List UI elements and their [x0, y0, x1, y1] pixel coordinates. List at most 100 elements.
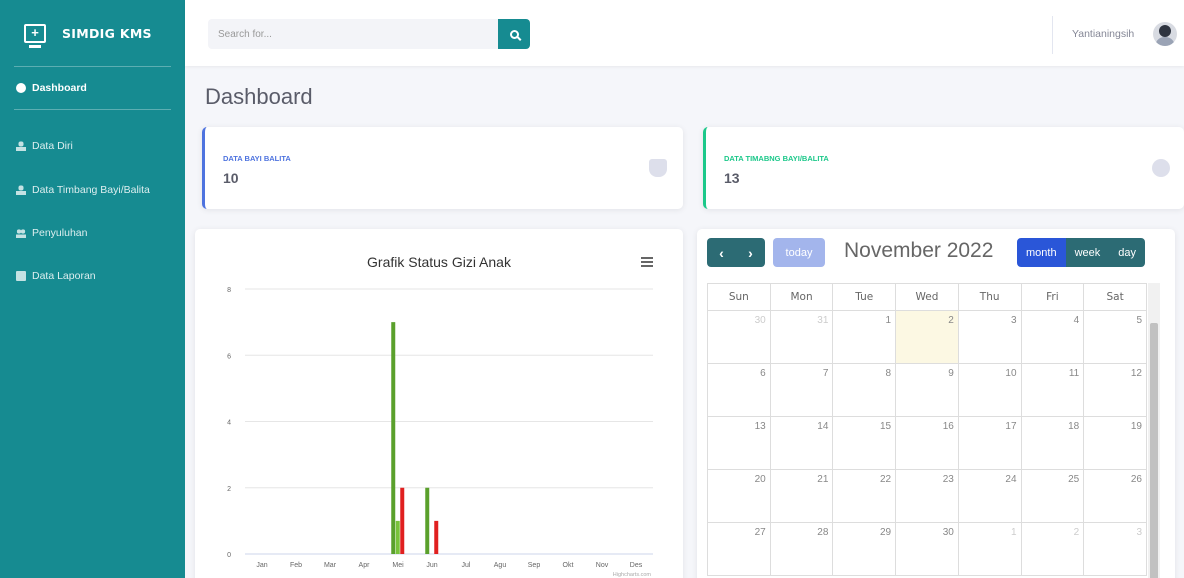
calendar-day-cell[interactable]: 30 — [895, 522, 959, 576]
calendar-day-cell[interactable]: 30 — [707, 310, 771, 364]
sidebar-item-penyuluhan[interactable]: Penyuluhan — [0, 221, 185, 245]
scrollbar-thumb[interactable] — [1150, 323, 1158, 578]
calendar-day-cell[interactable]: 15 — [832, 416, 897, 470]
calendar-week-row: 13 14 15 16 17 18 19 — [707, 416, 1147, 470]
prev-month-button[interactable]: ‹ — [707, 238, 736, 267]
calendar-day-cell[interactable]: 26 — [1083, 469, 1147, 523]
calendar-day-cell[interactable]: 7 — [769, 363, 834, 417]
sidebar-item-data-diri[interactable]: Data Diri — [0, 134, 185, 158]
sidebar-item-label: Dashboard — [32, 82, 87, 94]
search-icon — [509, 29, 519, 39]
x-tick-label: Des — [630, 562, 643, 569]
calendar-grid: Sun Mon Tue Wed Thu Fri Sat 30 31 1 2 3 4 5 6 7 8 9 10 11 1… — [707, 283, 1147, 576]
x-tick-label: Jun — [426, 562, 437, 569]
calendar-day-cell[interactable]: 23 — [895, 469, 959, 523]
calendar-day-cell[interactable]: 3 — [1083, 522, 1147, 576]
sidebar-item-label: Data Diri — [32, 140, 73, 152]
chart-card: Grafik Status Gizi Anak 0 2 4 6 8 Jan Feb Mar Ap… — [195, 229, 683, 578]
calendar-day-cell[interactable]: 5 — [1083, 310, 1147, 364]
calendar-day-cell[interactable]: 29 — [832, 522, 897, 576]
calendar-day-cell[interactable]: 8 — [832, 363, 897, 417]
next-month-button[interactable]: › — [736, 238, 765, 267]
x-tick-label: Sep — [528, 562, 541, 569]
weekday-header: Mon — [769, 283, 834, 311]
sidebar-item-label: Penyuluhan — [32, 227, 88, 239]
chart-bar — [425, 487, 430, 554]
calendar-day-cell[interactable]: 1 — [832, 310, 897, 364]
weekday-header: Tue — [832, 283, 897, 311]
day-view-button[interactable]: day — [1109, 238, 1146, 267]
y-tick-label: 0 — [227, 552, 231, 559]
x-tick-label: Jan — [256, 562, 267, 569]
calendar-day-cell[interactable]: 19 — [1083, 416, 1147, 470]
calendar-day-cell[interactable]: 10 — [957, 363, 1022, 417]
calendar-scrollbar[interactable] — [1148, 283, 1160, 578]
chart-bar — [391, 322, 396, 554]
y-tick-label: 4 — [227, 420, 231, 427]
x-tick-label: Feb — [290, 562, 302, 569]
x-tick-label: Apr — [359, 562, 371, 569]
calendar-week-row: 20 21 22 23 24 25 26 — [707, 469, 1147, 523]
calendar-day-cell[interactable]: 9 — [895, 363, 959, 417]
search-input[interactable] — [208, 19, 498, 49]
calendar-day-cell[interactable]: 21 — [769, 469, 834, 523]
bar-chart: 0 2 4 6 8 Jan Feb Mar Apr Mei Jun Jul Agu Sep Okt Nov De… — [227, 287, 653, 578]
calendar-day-cell[interactable]: 16 — [895, 416, 959, 470]
user-name[interactable]: Yantianingsih — [1072, 28, 1134, 40]
avatar[interactable] — [1153, 22, 1177, 46]
brand[interactable]: + SIMDIG KMS — [0, 0, 185, 66]
x-tick-label: Mar — [324, 562, 337, 569]
calendar-day-cell[interactable]: 24 — [957, 469, 1022, 523]
monitor-plus-icon: + — [24, 23, 46, 48]
calendar-day-cell[interactable]: 18 — [1020, 416, 1085, 470]
week-view-button[interactable]: week — [1065, 238, 1110, 267]
calendar-day-cell[interactable]: 4 — [1020, 310, 1085, 364]
today-button[interactable]: today — [773, 238, 825, 267]
stat-value: 10 — [223, 170, 239, 186]
calendar-week-row: 6 7 8 9 10 11 12 — [707, 363, 1147, 417]
calendar-day-cell[interactable]: 2 — [1020, 522, 1085, 576]
sidebar-item-data-timbang[interactable]: Data Timbang Bayi/Balita — [0, 178, 185, 202]
sidebar-item-data-laporan[interactable]: Data Laporan — [0, 264, 185, 288]
brand-name: SIMDIG KMS — [62, 25, 152, 41]
calendar-day-cell[interactable]: 17 — [957, 416, 1022, 470]
calendar-week-row: 30 31 1 2 3 4 5 — [707, 310, 1147, 364]
calendar-title: November 2022 — [844, 239, 994, 262]
search-button[interactable] — [498, 19, 530, 49]
calendar-day-cell[interactable]: 27 — [707, 522, 771, 576]
y-tick-label: 2 — [227, 486, 231, 493]
calendar-day-cell[interactable]: 28 — [769, 522, 834, 576]
chart-bar — [395, 520, 400, 554]
calendar-day-cell[interactable]: 2 — [895, 310, 959, 364]
page-title: Dashboard — [205, 84, 313, 109]
view-switcher: month week day — [1017, 238, 1146, 267]
calendar-day-cell[interactable]: 1 — [957, 522, 1022, 576]
baby-carriage-icon — [649, 159, 667, 177]
calendar-day-cell[interactable]: 14 — [769, 416, 834, 470]
calendar-day-cell[interactable]: 3 — [957, 310, 1022, 364]
stat-label: DATA TIMABNG BAYI/BALITA — [724, 154, 829, 163]
sidebar: + SIMDIG KMS Dashboard Data Diri Data Ti… — [0, 0, 185, 578]
weekday-header: Thu — [957, 283, 1022, 311]
stat-value: 13 — [724, 170, 740, 186]
calendar-day-cell[interactable]: 12 — [1083, 363, 1147, 417]
calendar-day-cell[interactable]: 13 — [707, 416, 771, 470]
calendar-day-cell[interactable]: 22 — [832, 469, 897, 523]
calendar-day-cell[interactable]: 6 — [707, 363, 771, 417]
topbar: Yantianingsih — [185, 0, 1184, 66]
calendar-day-cell[interactable]: 11 — [1020, 363, 1085, 417]
circle-icon — [1152, 159, 1170, 177]
calendar-week-row: 27 28 29 30 1 2 3 — [707, 522, 1147, 576]
x-tick-label: Okt — [563, 562, 574, 569]
x-tick-label: Jul — [462, 562, 471, 569]
sidebar-item-dashboard[interactable]: Dashboard — [0, 67, 185, 109]
stat-label: DATA BAYI BALITA — [223, 154, 291, 163]
calendar-card: ‹ › today November 2022 month week day S… — [697, 229, 1175, 578]
calendar-day-cell[interactable]: 31 — [769, 310, 834, 364]
y-tick-label: 8 — [227, 287, 231, 294]
month-view-button[interactable]: month — [1017, 238, 1066, 267]
calendar-day-cell[interactable]: 25 — [1020, 469, 1085, 523]
search-bar — [208, 19, 530, 49]
calendar-day-cell[interactable]: 20 — [707, 469, 771, 523]
report-icon — [16, 271, 26, 281]
